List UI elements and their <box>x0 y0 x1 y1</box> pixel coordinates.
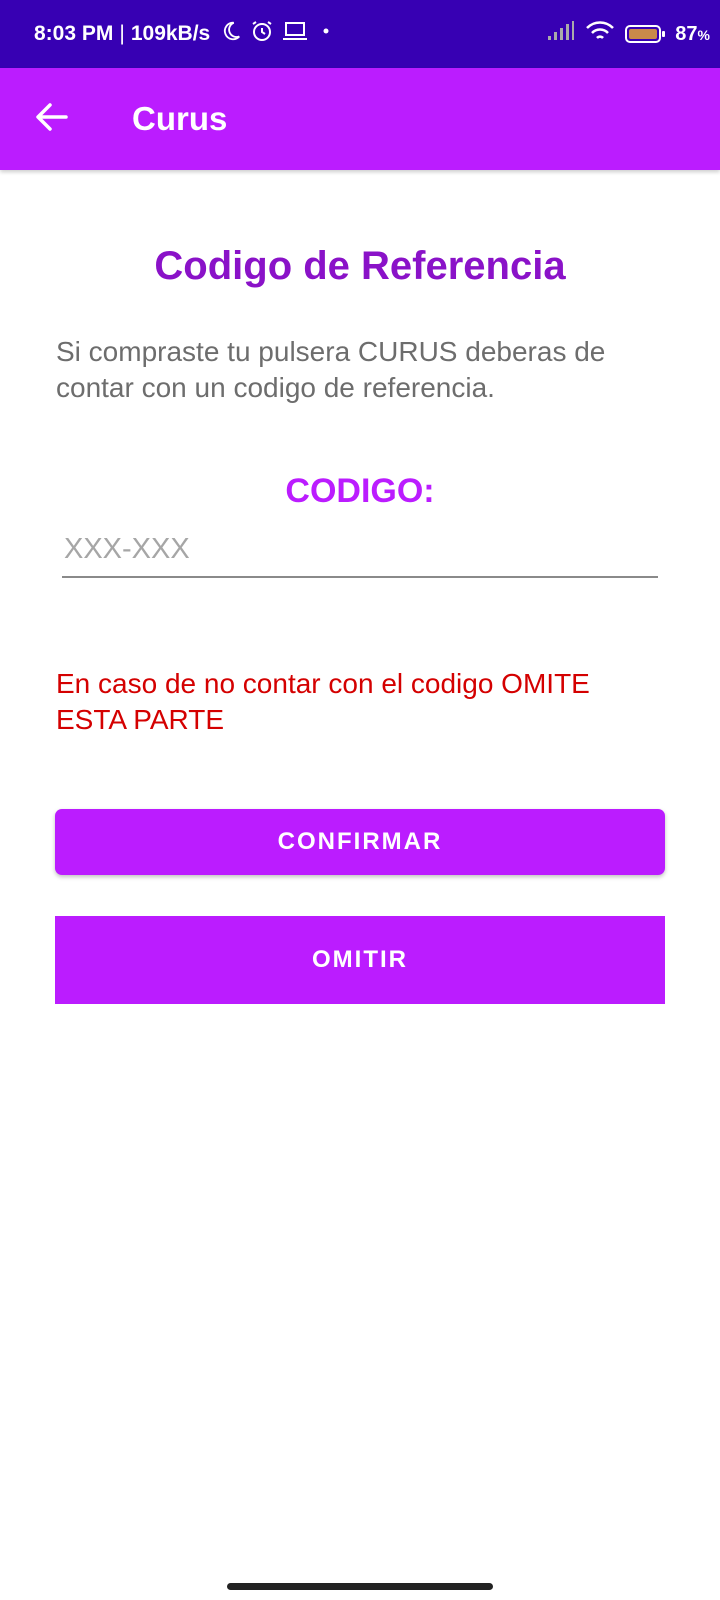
app-bar: Curus <box>0 68 720 170</box>
status-left: 8:03 PM | 109kB/s <box>34 0 336 68</box>
status-separator: | <box>119 22 125 45</box>
code-label: CODIGO: <box>285 472 435 510</box>
wifi-icon <box>585 20 615 48</box>
status-bar: 8:03 PM | 109kB/s 87% <box>0 0 720 68</box>
confirm-button[interactable]: CONFIRMAR <box>55 809 665 875</box>
status-right: 87% <box>547 0 710 68</box>
page-title: Codigo de Referencia <box>154 244 566 288</box>
code-input[interactable] <box>62 528 658 578</box>
status-icons <box>220 19 336 49</box>
signal-icon <box>547 21 575 47</box>
laptop-icon <box>282 20 308 48</box>
battery-icon <box>625 25 666 43</box>
app-title: Curus <box>132 100 228 137</box>
omit-button[interactable]: OMITIR <box>55 916 665 1004</box>
moon-icon <box>220 20 242 48</box>
arrow-left-icon <box>34 102 68 137</box>
warning-text: En caso de no contar con el codigo OMITE… <box>56 668 590 735</box>
home-indicator[interactable] <box>227 1583 493 1590</box>
alarm-icon <box>250 19 274 49</box>
battery-percent: 87% <box>675 23 710 46</box>
battery-unit: % <box>697 26 710 43</box>
back-button[interactable] <box>26 94 76 144</box>
status-time: 8:03 PM <box>34 22 114 45</box>
battery-fill <box>629 29 658 39</box>
battery-value: 87 <box>675 22 698 45</box>
dot-icon <box>316 21 336 47</box>
status-speed: 109kB/s <box>130 22 211 45</box>
description-text: Si compraste tu pulsera CURUS deberas de… <box>56 336 606 403</box>
